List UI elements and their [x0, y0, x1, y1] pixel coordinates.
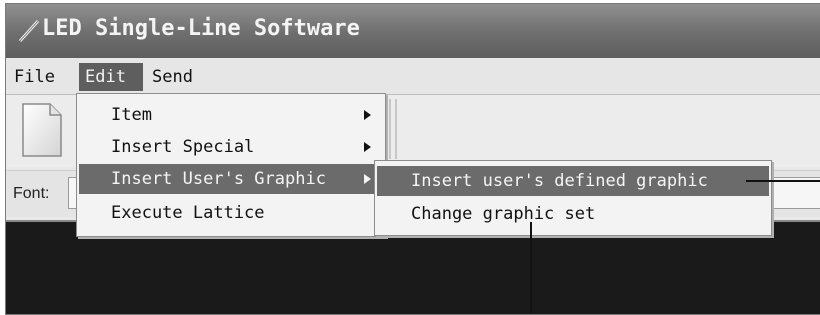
menu-send[interactable]: Send [146, 63, 199, 91]
menu-item-label: Execute Lattice [111, 203, 265, 223]
menu-item-label: Insert Special [111, 137, 255, 157]
menu-item-item[interactable]: Item [79, 100, 383, 130]
menu-item-label: Insert User's Graphic [111, 169, 326, 189]
menu-bar: File Edit Send [6, 60, 820, 95]
menu-file[interactable]: File [8, 63, 61, 91]
edit-dropdown-menu: Item Insert Special Insert User's Graphi… [76, 93, 386, 237]
menu-item-insert-users-graphic[interactable]: Insert User's Graphic [79, 164, 383, 194]
new-document-icon[interactable] [20, 102, 64, 158]
chevron-right-icon [364, 142, 371, 152]
users-graphic-submenu: Insert user's defined graphic Change gra… [374, 160, 772, 236]
callout-line-horizontal [746, 180, 820, 182]
submenu-item-insert-defined-graphic[interactable]: Insert user's defined graphic [377, 166, 769, 196]
font-label: Font: [13, 185, 50, 202]
submenu-item-change-graphic-set[interactable]: Change graphic set [377, 199, 769, 229]
menu-item-insert-special[interactable]: Insert Special [79, 132, 383, 162]
callout-line-vertical [530, 222, 532, 313]
chevron-right-icon [364, 110, 371, 120]
menu-item-execute-lattice[interactable]: Execute Lattice [79, 198, 383, 228]
chevron-right-icon [364, 174, 371, 184]
pen-icon [18, 19, 40, 43]
menu-edit[interactable]: Edit [79, 63, 143, 91]
toolbar-separator [389, 99, 397, 159]
menu-item-label: Item [111, 105, 152, 125]
window-title: LED Single-Line Software [42, 16, 360, 41]
title-bar[interactable]: LED Single-Line Software [6, 4, 820, 58]
